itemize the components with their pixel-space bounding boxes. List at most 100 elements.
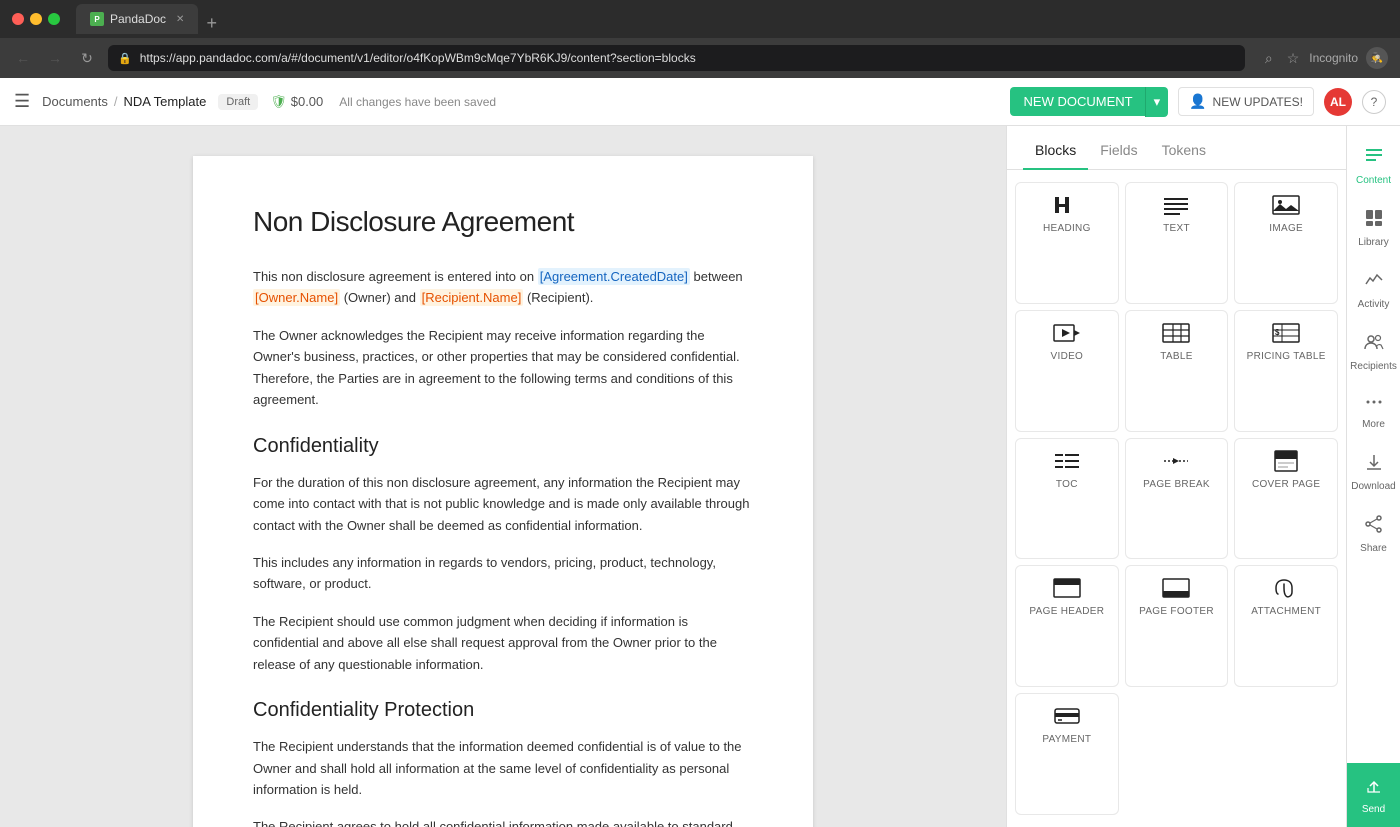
heading-icon	[1051, 193, 1083, 217]
download-icon	[1364, 452, 1384, 477]
traffic-lights	[12, 13, 60, 25]
send-label: Send	[1362, 804, 1385, 815]
new-document-dropdown-button[interactable]: ▾	[1145, 87, 1169, 117]
saved-status: All changes have been saved	[339, 95, 496, 109]
incognito-area: Incognito 🕵	[1309, 47, 1388, 69]
bookmark-icon[interactable]: ☆	[1287, 50, 1300, 67]
address-field[interactable]: 🔒 https://app.pandadoc.com/a/#/document/…	[108, 45, 1245, 71]
recipients-icon	[1364, 332, 1384, 357]
document-para5: The Recipient understands that the infor…	[253, 736, 753, 800]
block-pricing-table[interactable]: $ PRICING TABLE	[1234, 310, 1338, 432]
activity-label: Activity	[1358, 299, 1390, 310]
panel-send-button[interactable]: Send	[1347, 763, 1400, 827]
draft-badge: Draft	[218, 94, 258, 110]
tab-fields[interactable]: Fields	[1088, 132, 1149, 170]
panel-library-button[interactable]: Library	[1347, 198, 1400, 258]
sidebar-tabs: Blocks Fields Tokens	[1007, 126, 1346, 170]
text-icon	[1160, 193, 1192, 217]
active-tab[interactable]: P PandaDoc ✕	[76, 4, 198, 34]
share-icon	[1364, 514, 1384, 539]
block-table[interactable]: TABLE	[1125, 310, 1229, 432]
panel-more-button[interactable]: More	[1347, 384, 1400, 440]
image-icon	[1270, 193, 1302, 217]
minimize-button[interactable]	[30, 13, 42, 25]
library-icon	[1364, 208, 1384, 233]
blocks-grid: HEADING TEXT IMAGE	[1007, 170, 1346, 827]
block-cover-page[interactable]: COVER PAGE	[1234, 438, 1338, 560]
recipient-suffix: (Recipient).	[527, 290, 593, 305]
text-label: TEXT	[1163, 223, 1190, 234]
right-panel: Content Library Activity Recipients	[1346, 126, 1400, 827]
more-icon	[1364, 394, 1384, 415]
main-content: Non Disclosure Agreement This non disclo…	[0, 126, 1400, 827]
document-para3: This includes any information in regards…	[253, 552, 753, 595]
breadcrumb-parent-link[interactable]: Documents	[42, 94, 108, 109]
panel-recipients-button[interactable]: Recipients	[1347, 322, 1400, 382]
image-label: IMAGE	[1269, 223, 1303, 234]
app-topbar: ☰ Documents / NDA Template Draft 🛡 $0.00…	[0, 78, 1400, 126]
block-page-header[interactable]: PAGE HEADER	[1015, 565, 1119, 687]
library-label: Library	[1358, 237, 1389, 248]
send-icon	[1364, 775, 1384, 800]
recipients-label: Recipients	[1350, 361, 1397, 372]
new-document-label: NEW DOCUMENT	[1024, 94, 1133, 109]
forward-button[interactable]: →	[44, 50, 66, 66]
cover-page-label: COVER PAGE	[1252, 479, 1320, 490]
panel-download-button[interactable]: Download	[1347, 442, 1400, 502]
between-text: between	[694, 269, 743, 284]
maximize-button[interactable]	[48, 13, 60, 25]
help-button[interactable]: ?	[1362, 90, 1386, 114]
block-text[interactable]: TEXT	[1125, 182, 1229, 304]
share-label: Share	[1360, 543, 1387, 554]
owner-field[interactable]: [Owner.Name]	[253, 289, 340, 306]
new-document-button[interactable]: NEW DOCUMENT	[1010, 87, 1145, 116]
breadcrumb: Documents / NDA Template	[42, 94, 206, 109]
recipient-field[interactable]: [Recipient.Name]	[420, 289, 524, 306]
block-page-footer[interactable]: PAGE FOOTER	[1125, 565, 1229, 687]
table-icon	[1160, 321, 1192, 345]
document-title: Non Disclosure Agreement	[253, 206, 753, 238]
attachment-label: ATTACHMENT	[1251, 606, 1321, 617]
page-break-icon	[1160, 449, 1192, 473]
block-video[interactable]: VIDEO	[1015, 310, 1119, 432]
new-updates-button[interactable]: 👤 NEW UPDATES!	[1178, 87, 1314, 116]
reload-button[interactable]: ↻	[76, 50, 98, 67]
document-para4: The Recipient should use common judgment…	[253, 611, 753, 675]
block-attachment[interactable]: ATTACHMENT	[1234, 565, 1338, 687]
heading-label: HEADING	[1043, 223, 1091, 234]
panel-content-button[interactable]: Content	[1347, 136, 1400, 196]
page-header-icon	[1051, 576, 1083, 600]
tab-tokens[interactable]: Tokens	[1150, 132, 1218, 170]
dollar-amount: $0.00	[291, 94, 324, 109]
page-footer-icon	[1160, 576, 1192, 600]
breadcrumb-separator: /	[114, 94, 118, 109]
breadcrumb-current: NDA Template	[124, 94, 207, 109]
search-icon[interactable]: ⌕	[1265, 50, 1273, 67]
tab-blocks[interactable]: Blocks	[1023, 132, 1088, 170]
new-tab-button[interactable]: +	[206, 13, 217, 34]
menu-button[interactable]: ☰	[14, 91, 30, 112]
document-area[interactable]: Non Disclosure Agreement This non disclo…	[0, 126, 1006, 827]
payment-icon	[1051, 704, 1083, 728]
tab-close-button[interactable]: ✕	[176, 14, 184, 25]
close-button[interactable]	[12, 13, 24, 25]
toc-label: TOC	[1056, 479, 1078, 490]
date-field[interactable]: [Agreement.CreatedDate]	[538, 268, 690, 285]
tab-title: PandaDoc	[110, 12, 166, 26]
back-button[interactable]: ←	[12, 50, 34, 66]
activity-icon	[1364, 270, 1384, 295]
incognito-label: Incognito	[1309, 51, 1358, 65]
block-page-break[interactable]: PAGE BREAK	[1125, 438, 1229, 560]
content-label: Content	[1356, 175, 1391, 186]
address-text: https://app.pandadoc.com/a/#/document/v1…	[140, 51, 1235, 65]
block-toc[interactable]: TOC	[1015, 438, 1119, 560]
block-payment[interactable]: PAYMENT	[1015, 693, 1119, 815]
block-image[interactable]: IMAGE	[1234, 182, 1338, 304]
block-heading[interactable]: HEADING	[1015, 182, 1119, 304]
panel-share-button[interactable]: Share	[1347, 504, 1400, 564]
app: ☰ Documents / NDA Template Draft 🛡 $0.00…	[0, 78, 1400, 827]
section1-title: Confidentiality	[253, 435, 753, 458]
panel-activity-button[interactable]: Activity	[1347, 260, 1400, 320]
intro-text: This non disclosure agreement is entered…	[253, 269, 534, 284]
payment-label: PAYMENT	[1042, 734, 1091, 745]
